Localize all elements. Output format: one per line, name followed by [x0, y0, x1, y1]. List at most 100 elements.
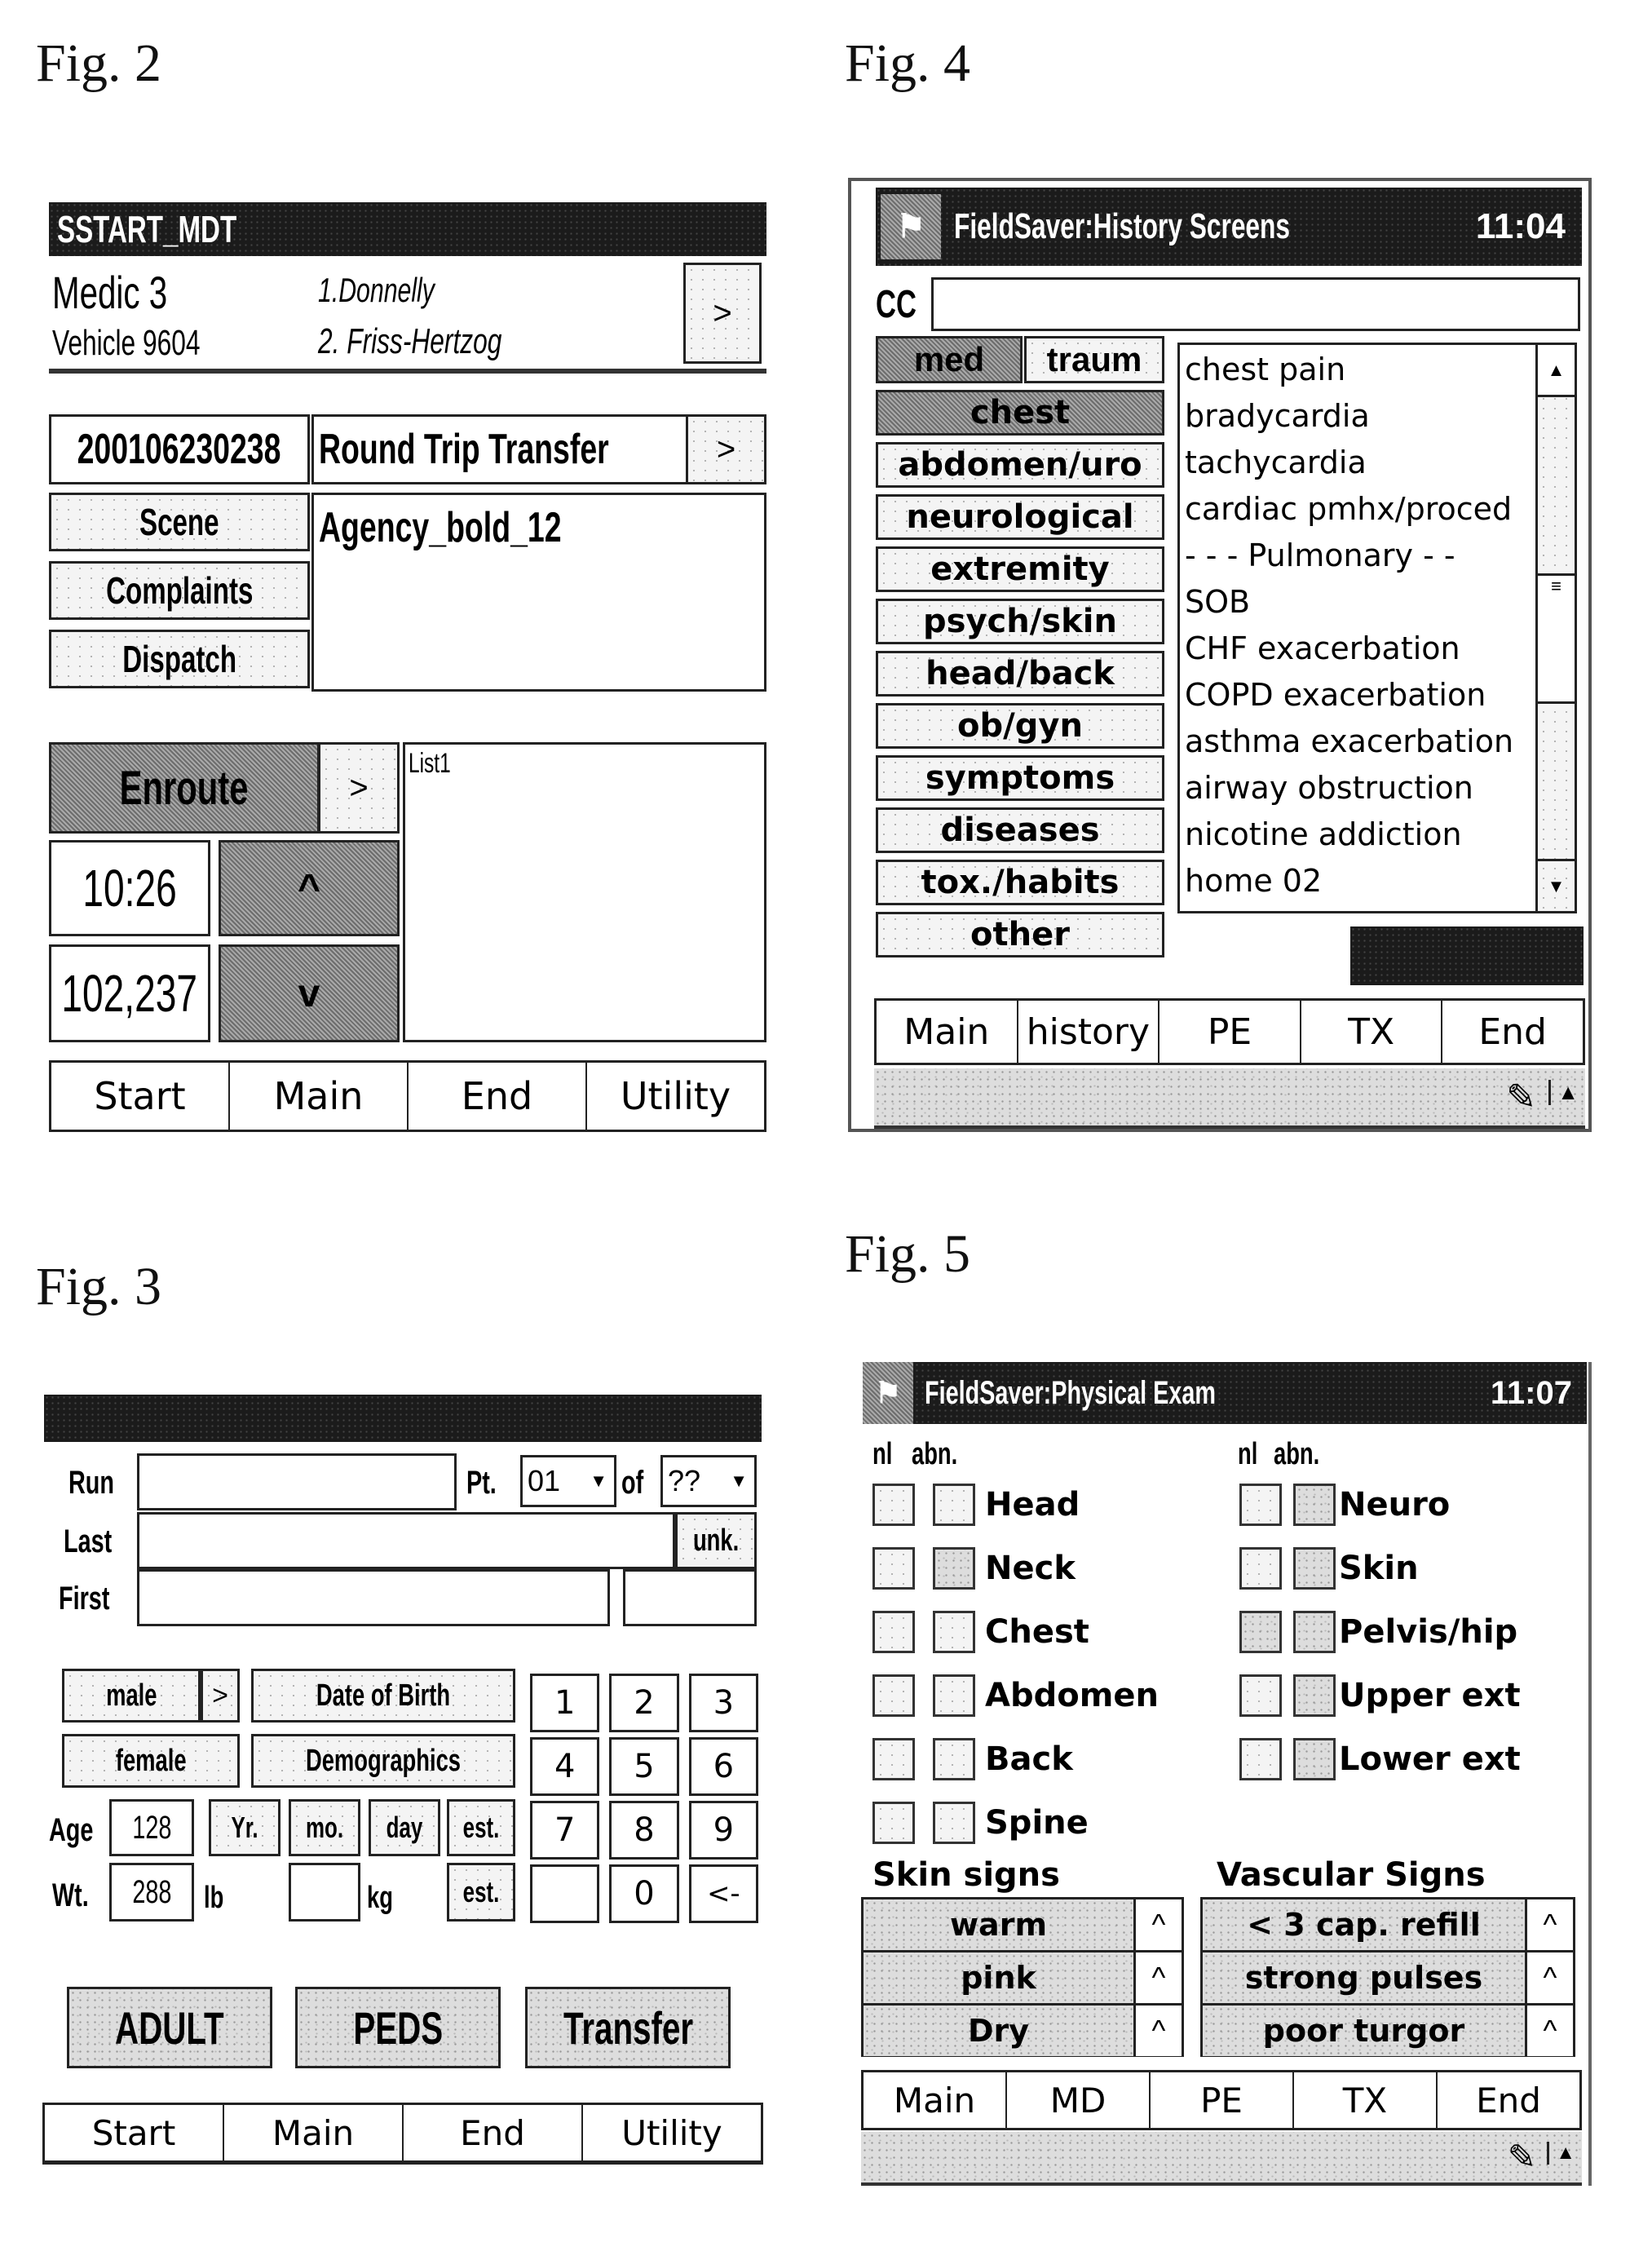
normal-checkbox[interactable] [1239, 1738, 1282, 1780]
keypad-backspace[interactable]: <- [688, 1864, 758, 1923]
tab-end[interactable]: End [404, 2105, 583, 2160]
spinner-up-icon[interactable]: ^ [1527, 1952, 1573, 2003]
gender-next-button[interactable]: > [201, 1669, 240, 1723]
category-ob-gyn[interactable]: ob/gyn [876, 703, 1164, 749]
keypad-5[interactable]: 5 [609, 1737, 679, 1796]
tab-start[interactable]: Start [45, 2105, 224, 2160]
normal-checkbox[interactable] [872, 1484, 915, 1526]
unknown-button[interactable]: unk. [675, 1512, 757, 1569]
category-chest[interactable]: chest [876, 390, 1164, 436]
traum-toggle[interactable]: traum [1024, 336, 1164, 383]
down-button[interactable]: v [219, 944, 400, 1042]
tab-end[interactable]: End [1442, 1001, 1583, 1063]
normal-checkbox[interactable] [1239, 1484, 1282, 1526]
tab-end[interactable]: End [409, 1063, 587, 1130]
category-head-back[interactable]: head/back [876, 651, 1164, 697]
keypad-8[interactable]: 8 [609, 1801, 679, 1860]
sip-arrow-icon[interactable]: ▲ [1548, 1080, 1579, 1105]
category-diseases[interactable]: diseases [876, 807, 1164, 853]
complaints-button[interactable]: Complaints [49, 561, 310, 620]
list-item[interactable]: bradycardia [1185, 393, 1527, 440]
keypad-6[interactable]: 6 [688, 1737, 758, 1796]
tab-end[interactable]: End [1438, 2072, 1579, 2128]
tab-main[interactable]: Main [877, 1001, 1018, 1063]
up-button[interactable]: ^ [219, 840, 400, 936]
abnormal-checkbox[interactable] [1293, 1738, 1336, 1780]
abnormal-checkbox[interactable] [1293, 1547, 1336, 1590]
run-number-field[interactable]: 200106230238 [49, 414, 310, 484]
age-input[interactable]: 128 [109, 1799, 194, 1856]
keypad-9[interactable]: 9 [688, 1801, 758, 1860]
male-button[interactable]: male [62, 1669, 201, 1723]
last-name-input[interactable] [137, 1512, 675, 1569]
tab-tx[interactable]: TX [1294, 2072, 1438, 2128]
pt-select[interactable]: 01 ▼ [520, 1455, 616, 1507]
normal-checkbox[interactable] [1239, 1674, 1282, 1717]
crew-next-button[interactable]: > [683, 263, 762, 364]
abnormal-checkbox[interactable] [1293, 1611, 1336, 1653]
spinner-up-icon[interactable]: ^ [1527, 2006, 1573, 2056]
scroll-thumb[interactable]: ≡ [1538, 573, 1575, 704]
dispatch-button[interactable]: Dispatch [49, 630, 310, 688]
scroll-down-arrow-icon[interactable]: ▼ [1538, 859, 1575, 911]
category-neurological[interactable]: neurological [876, 494, 1164, 540]
chief-complaint-input[interactable] [931, 277, 1580, 331]
age-unit-month-button[interactable]: mo. [289, 1799, 360, 1856]
scene-button[interactable]: Scene [49, 493, 310, 551]
tab-main[interactable]: Main [864, 2072, 1007, 2128]
spinner-up-icon[interactable]: ^ [1136, 1952, 1182, 2003]
category-symptoms[interactable]: symptoms [876, 755, 1164, 801]
normal-checkbox[interactable] [872, 1802, 915, 1844]
of-select[interactable]: ?? ▼ [660, 1455, 757, 1507]
vascular-sign-turgor[interactable]: poor turgor [1203, 2006, 1527, 2056]
keypad-3[interactable]: 3 [688, 1674, 758, 1732]
scrollbar[interactable]: ▲ ≡ ▼ [1535, 345, 1575, 911]
call-type-field[interactable]: Round Trip Transfer > [311, 414, 766, 484]
age-estimate-button[interactable]: est. [447, 1799, 515, 1856]
category-extremity[interactable]: extremity [876, 546, 1164, 592]
med-toggle[interactable]: med [876, 336, 1023, 383]
tab-pe[interactable]: PE [1159, 1001, 1301, 1063]
skin-sign-color[interactable]: pink [864, 1952, 1136, 2003]
demographics-button[interactable]: Demographics [251, 1734, 515, 1788]
status-next-button[interactable]: > [318, 742, 400, 834]
tab-utility[interactable]: Utility [587, 1063, 764, 1130]
age-unit-year-button[interactable]: Yr. [209, 1799, 280, 1856]
abnormal-checkbox[interactable] [933, 1802, 975, 1844]
keypad-7[interactable]: 7 [530, 1801, 600, 1860]
keypad-2[interactable]: 2 [609, 1674, 679, 1732]
tab-utility[interactable]: Utility [583, 2105, 761, 2160]
list-item[interactable]: COPD exacerbation [1185, 672, 1527, 719]
list-item[interactable]: tachycardia [1185, 440, 1527, 486]
run-input[interactable] [137, 1453, 457, 1510]
list-item[interactable]: CHF exacerbation [1185, 626, 1527, 672]
normal-checkbox[interactable] [872, 1738, 915, 1780]
abnormal-checkbox[interactable] [933, 1611, 975, 1653]
spinner-up-icon[interactable]: ^ [1136, 1899, 1182, 1950]
enroute-button[interactable]: Enroute [49, 742, 320, 834]
weight-estimate-button[interactable]: est. [447, 1863, 515, 1922]
start-menu-icon[interactable]: ⚑ [863, 1362, 913, 1424]
call-type-next-button[interactable]: > [686, 417, 764, 482]
skin-sign-temperature[interactable]: warm [864, 1899, 1136, 1950]
peds-button[interactable]: PEDS [295, 1987, 501, 2068]
age-unit-day-button[interactable]: day [369, 1799, 440, 1856]
middle-initial-input[interactable] [623, 1569, 757, 1626]
list-item[interactable]: asthma exacerbation [1185, 719, 1527, 765]
vascular-sign-pulses[interactable]: strong pulses [1203, 1952, 1527, 2003]
tab-history[interactable]: history [1018, 1001, 1160, 1063]
vascular-sign-cap-refill[interactable]: < 3 cap. refill [1203, 1899, 1527, 1950]
list-item[interactable]: nicotine addiction [1185, 812, 1527, 858]
spinner-up-icon[interactable]: ^ [1136, 2006, 1182, 2056]
tab-tx[interactable]: TX [1301, 1001, 1443, 1063]
category-tox-habits[interactable]: tox./habits [876, 860, 1164, 905]
keypad-1[interactable]: 1 [530, 1674, 600, 1732]
tab-start[interactable]: Start [51, 1063, 230, 1130]
tab-md[interactable]: MD [1007, 2072, 1151, 2128]
normal-checkbox[interactable] [872, 1674, 915, 1717]
category-abdomen-uro[interactable]: abdomen/uro [876, 442, 1164, 488]
list-item[interactable]: SOB [1185, 579, 1527, 626]
keypad-blank[interactable] [530, 1864, 600, 1923]
tab-pe[interactable]: PE [1151, 2072, 1294, 2128]
date-of-birth-button[interactable]: Date of Birth [251, 1669, 515, 1723]
